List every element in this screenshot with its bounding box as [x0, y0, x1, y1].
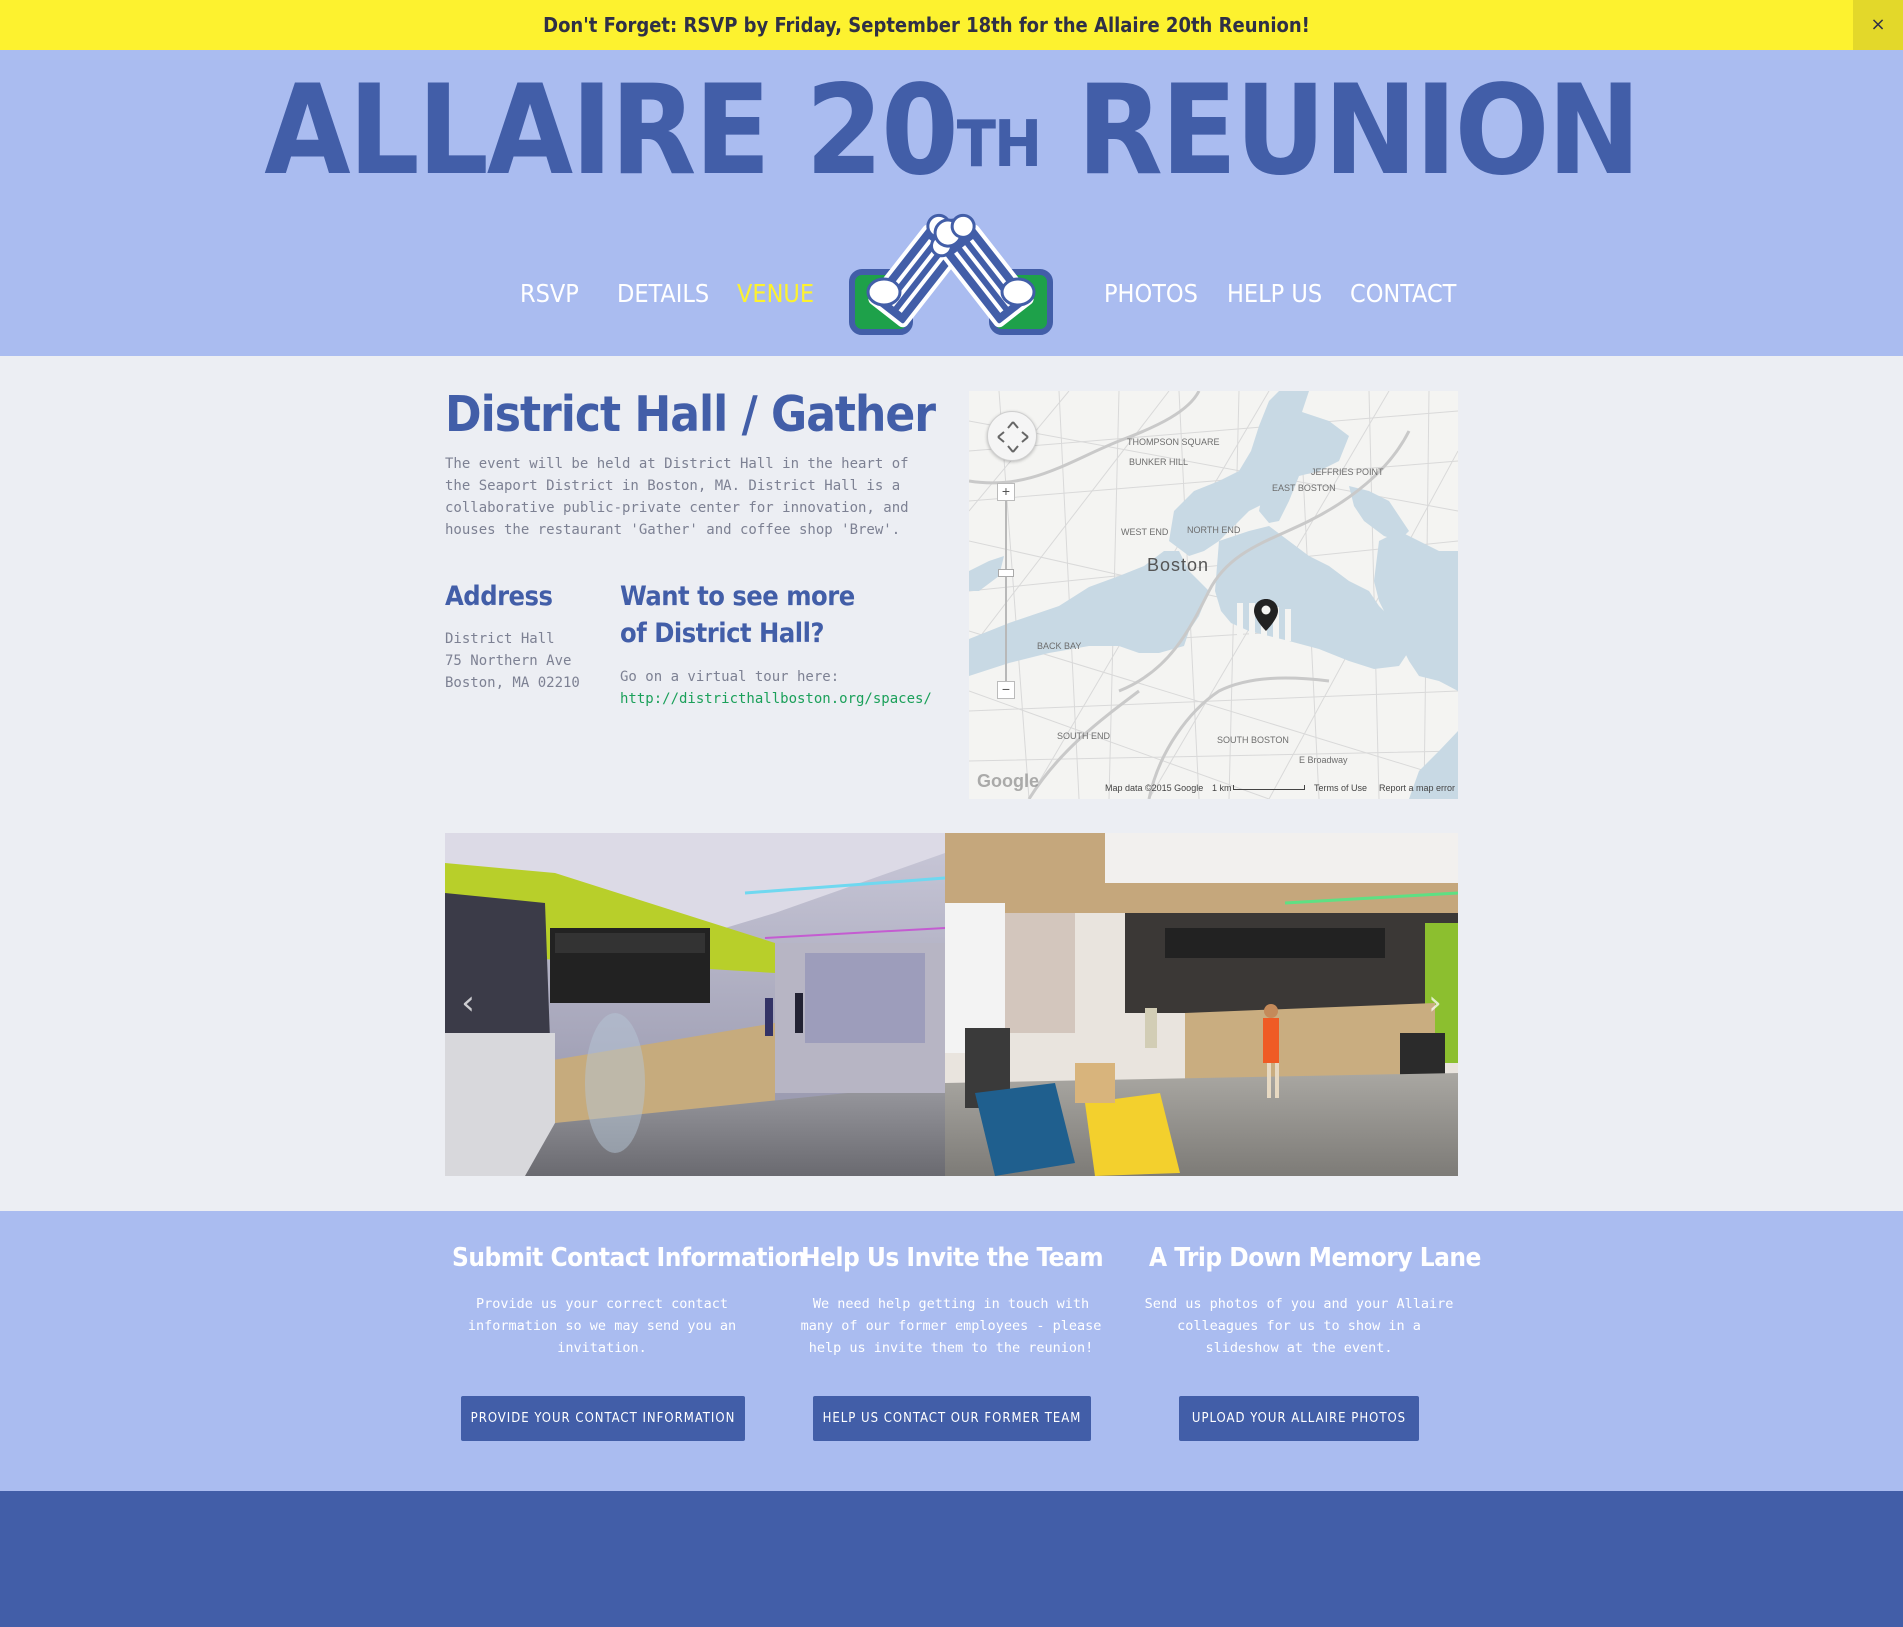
map-scale-label: 1 km — [1212, 783, 1232, 793]
map-label-jeffries-point: JEFFRIES POINT — [1311, 467, 1384, 477]
map-label-north-end: NORTH END — [1187, 525, 1241, 535]
map-label-east-boston: EAST BOSTON — [1272, 483, 1336, 493]
map-label-south-boston: SOUTH BOSTON — [1217, 735, 1289, 745]
cta-text: Provide us your correct contact informat… — [467, 1296, 737, 1356]
map-label-bunker-hill: BUNKER HILL — [1129, 457, 1189, 467]
address-line: District Hall — [445, 631, 555, 647]
announcement-bar: Don't Forget: RSVP by Friday, September … — [0, 0, 1903, 50]
tour-heading-line: Want to see more — [620, 581, 855, 612]
map-scale-bar — [1233, 785, 1305, 790]
site-title-main: ALLAIRE 20 — [264, 59, 959, 203]
carousel-prev-button[interactable]: ‹ — [453, 983, 483, 1023]
venue-description: The event will be held at District Hall … — [445, 456, 909, 538]
nav-item-rsvp[interactable]: RSVP — [520, 274, 579, 314]
venue-photo — [945, 833, 1458, 1176]
cta-title: Submit Contact Information — [452, 1243, 807, 1273]
venue-photo-carousel[interactable]: ‹ › — [445, 833, 1458, 1176]
map-label-south-end: SOUTH END — [1057, 731, 1111, 741]
map-label-boston: Boston — [1147, 555, 1210, 575]
map-canvas[interactable] — [969, 391, 1458, 799]
map-label-west-end: WEST END — [1121, 527, 1169, 537]
site-footer — [0, 1491, 1903, 1627]
nav-item-contact[interactable]: CONTACT — [1350, 274, 1456, 314]
help-contact-team-button[interactable]: HELP US CONTACT OUR FORMER TEAM — [813, 1396, 1091, 1441]
nav-item-help-us[interactable]: HELP US — [1227, 274, 1322, 314]
call-to-action-section: Submit Contact Information Provide us yo… — [0, 1211, 1903, 1491]
cta-title: A Trip Down Memory Lane — [1149, 1243, 1481, 1273]
zoom-slider-thumb[interactable] — [998, 569, 1014, 577]
tour-heading: Want to see more of District Hall? — [620, 578, 855, 652]
site-title: ALLAIRE 20TH REUNION — [0, 66, 1903, 196]
map-terms-link[interactable]: Terms of Use — [1314, 783, 1367, 793]
provide-contact-info-button[interactable]: PROVIDE YOUR CONTACT INFORMATION — [461, 1396, 745, 1441]
venue-section: District Hall / Gather The event will be… — [0, 356, 1903, 1211]
announcement-text: Don't Forget: RSVP by Friday, September … — [543, 13, 1310, 37]
nav-item-venue[interactable]: VENUE — [737, 274, 814, 314]
address-line: 75 Northern Ave — [445, 653, 572, 669]
cta-title: Help Us Invite the Team — [801, 1243, 1104, 1273]
map-pan-control[interactable] — [987, 411, 1037, 461]
nav-item-details[interactable]: DETAILS — [617, 274, 709, 314]
zoom-out-button[interactable]: − — [997, 681, 1015, 699]
site-title-superscript: TH — [956, 108, 1042, 182]
cta-text: We need help getting in touch with many … — [800, 1296, 1102, 1356]
map-label-e-broadway: E Broadway — [1299, 755, 1348, 765]
map-report-error-link[interactable]: Report a map error — [1379, 783, 1455, 793]
address-block: District Hall 75 Northern Ave Boston, MA… — [445, 628, 580, 694]
address-line: Boston, MA 02210 — [445, 675, 580, 691]
upload-photos-button[interactable]: UPLOAD YOUR ALLAIRE PHOTOS — [1179, 1396, 1419, 1441]
pan-arrows-icon — [997, 421, 1029, 453]
map-data-credit: Map data ©2015 Google — [1105, 783, 1204, 793]
carousel-next-button[interactable]: › — [1420, 983, 1450, 1023]
site-title-end: REUNION — [1040, 59, 1641, 203]
zoom-slider-track[interactable] — [1005, 483, 1007, 688]
venue-photo-coffee-shop — [945, 833, 1458, 1176]
tour-heading-line: of District Hall? — [620, 618, 824, 649]
nav-item-photos[interactable]: PHOTOS — [1104, 274, 1198, 314]
map-marker-icon[interactable] — [1253, 598, 1279, 632]
close-icon[interactable]: × — [1853, 0, 1903, 50]
map-label-thompson-square: THOMPSON SQUARE — [1127, 437, 1220, 447]
venue-photo — [445, 833, 945, 1176]
site-header: ALLAIRE 20TH REUNION RSVP DETAILS VENUE … — [0, 50, 1903, 356]
venue-title: District Hall / Gather — [445, 386, 936, 443]
venue-photo-cafe-counter — [445, 833, 945, 1176]
crossed-beer-mugs-logo-icon[interactable] — [848, 210, 1054, 340]
address-heading: Address — [445, 581, 553, 612]
venue-map[interactable]: THOMPSON SQUARE BUNKER HILL JEFFRIES POI… — [969, 391, 1458, 799]
virtual-tour-link[interactable]: http://districthallboston.org/spaces/ — [620, 688, 932, 710]
map-label-back-bay: BACK BAY — [1037, 641, 1082, 651]
zoom-in-button[interactable]: + — [997, 483, 1015, 501]
cta-text: Send us photos of you and your Allaire c… — [1144, 1296, 1454, 1356]
google-logo: Google — [977, 771, 1039, 791]
tour-text: Go on a virtual tour here: — [620, 669, 840, 685]
